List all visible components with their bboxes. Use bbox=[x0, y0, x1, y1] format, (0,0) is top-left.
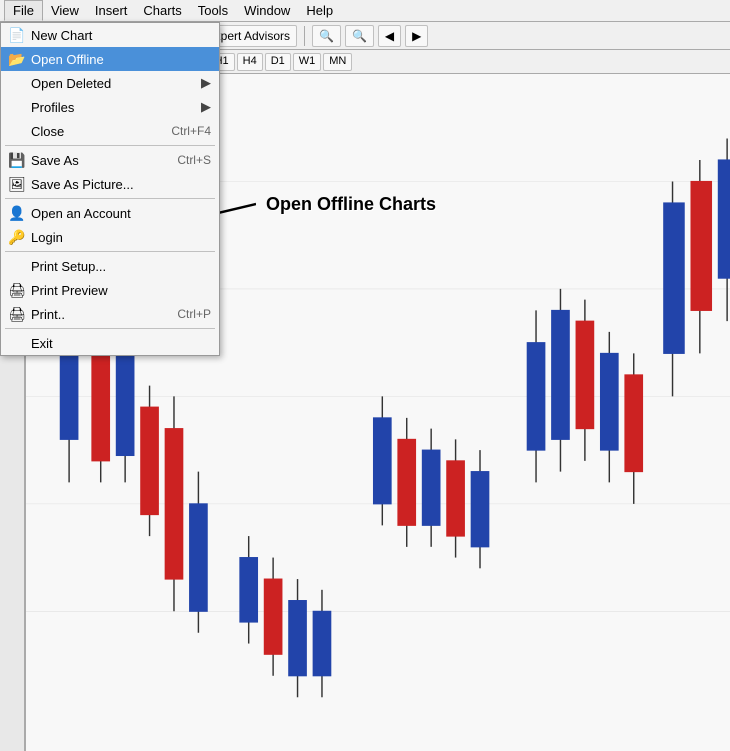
exit-label: Exit bbox=[31, 336, 53, 351]
zoom-out-icon: 🔍 bbox=[352, 29, 367, 43]
print-preview-label: Print Preview bbox=[31, 283, 108, 298]
menu-item-login[interactable]: 🔑 Login bbox=[1, 225, 219, 249]
zoom-in-icon: 🔍 bbox=[319, 29, 334, 43]
open-account-icon: 👤 bbox=[7, 205, 27, 222]
annotation-container: Open Offline Charts bbox=[266, 194, 436, 215]
menu-item-print-setup[interactable]: Print Setup... bbox=[1, 254, 219, 278]
menu-tools[interactable]: Tools bbox=[190, 1, 236, 20]
save-as-picture-label: Save As Picture... bbox=[31, 177, 134, 192]
menu-item-print[interactable]: 🖨 Print.. Ctrl+P bbox=[1, 302, 219, 326]
toolbar-separator-3 bbox=[304, 26, 305, 46]
file-dropdown-overlay: 📄 New Chart 📂 Open Offline Open Deleted … bbox=[0, 22, 220, 356]
menu-item-exit[interactable]: Exit bbox=[1, 331, 219, 355]
menu-item-profiles[interactable]: Profiles ▶ bbox=[1, 95, 219, 119]
menu-item-close[interactable]: Close Ctrl+F4 bbox=[1, 119, 219, 143]
print-label: Print.. bbox=[31, 307, 65, 322]
save-as-shortcut: Ctrl+S bbox=[177, 153, 211, 167]
menu-item-print-preview[interactable]: 🖨 Print Preview bbox=[1, 278, 219, 302]
save-as-label: Save As bbox=[31, 153, 79, 168]
tf-w1[interactable]: W1 bbox=[293, 53, 322, 71]
zoom-out-button[interactable]: 🔍 bbox=[345, 25, 374, 47]
scroll-left-button[interactable]: ◀ bbox=[378, 25, 401, 47]
scroll-right-button[interactable]: ▶ bbox=[405, 25, 428, 47]
menu-view[interactable]: View bbox=[43, 1, 87, 20]
menu-help[interactable]: Help bbox=[298, 1, 341, 20]
save-as-picture-icon: 🖼 bbox=[7, 176, 27, 193]
menu-charts[interactable]: Charts bbox=[135, 1, 189, 20]
menu-item-open-account[interactable]: 👤 Open an Account bbox=[1, 201, 219, 225]
tf-d1[interactable]: D1 bbox=[265, 53, 291, 71]
login-icon: 🔑 bbox=[7, 229, 27, 246]
print-preview-icon: 🖨 bbox=[7, 282, 27, 299]
close-shortcut: Ctrl+F4 bbox=[171, 124, 211, 138]
menu-item-save-as-picture[interactable]: 🖼 Save As Picture... bbox=[1, 172, 219, 196]
tf-h4[interactable]: H4 bbox=[237, 53, 263, 71]
annotation-text: Open Offline Charts bbox=[266, 194, 436, 215]
menu-insert[interactable]: Insert bbox=[87, 1, 136, 20]
menu-item-new-chart[interactable]: 📄 New Chart bbox=[1, 23, 219, 47]
print-shortcut: Ctrl+P bbox=[177, 307, 211, 321]
new-chart-label: New Chart bbox=[31, 28, 92, 43]
menu-sep-1 bbox=[5, 145, 215, 146]
print-setup-label: Print Setup... bbox=[31, 259, 106, 274]
menu-file[interactable]: File bbox=[4, 0, 43, 21]
login-label: Login bbox=[31, 230, 63, 245]
open-offline-icon: 📂 bbox=[7, 51, 27, 68]
open-offline-label: Open Offline bbox=[31, 52, 104, 67]
zoom-in-button[interactable]: 🔍 bbox=[312, 25, 341, 47]
open-deleted-submenu-arrow: ▶ bbox=[201, 75, 211, 91]
file-dropdown-menu: 📄 New Chart 📂 Open Offline Open Deleted … bbox=[0, 22, 220, 356]
menu-sep-2 bbox=[5, 198, 215, 199]
scroll-right-icon: ▶ bbox=[412, 29, 421, 43]
profiles-submenu-arrow: ▶ bbox=[201, 99, 211, 115]
profiles-label: Profiles bbox=[31, 100, 74, 115]
menu-window[interactable]: Window bbox=[236, 1, 298, 20]
menu-item-open-deleted[interactable]: Open Deleted ▶ bbox=[1, 71, 219, 95]
menu-sep-4 bbox=[5, 328, 215, 329]
menu-item-save-as[interactable]: 💾 Save As Ctrl+S bbox=[1, 148, 219, 172]
new-chart-icon: 📄 bbox=[7, 27, 27, 44]
print-icon: 🖨 bbox=[7, 306, 27, 323]
menu-sep-3 bbox=[5, 251, 215, 252]
open-deleted-label: Open Deleted bbox=[31, 76, 111, 91]
menu-bar: File View Insert Charts Tools Window Hel… bbox=[0, 0, 730, 22]
menu-item-open-offline[interactable]: 📂 Open Offline bbox=[1, 47, 219, 71]
save-as-icon: 💾 bbox=[7, 152, 27, 169]
scroll-left-icon: ◀ bbox=[385, 29, 394, 43]
open-account-label: Open an Account bbox=[31, 206, 131, 221]
tf-mn[interactable]: MN bbox=[323, 53, 352, 71]
close-label: Close bbox=[31, 124, 64, 139]
